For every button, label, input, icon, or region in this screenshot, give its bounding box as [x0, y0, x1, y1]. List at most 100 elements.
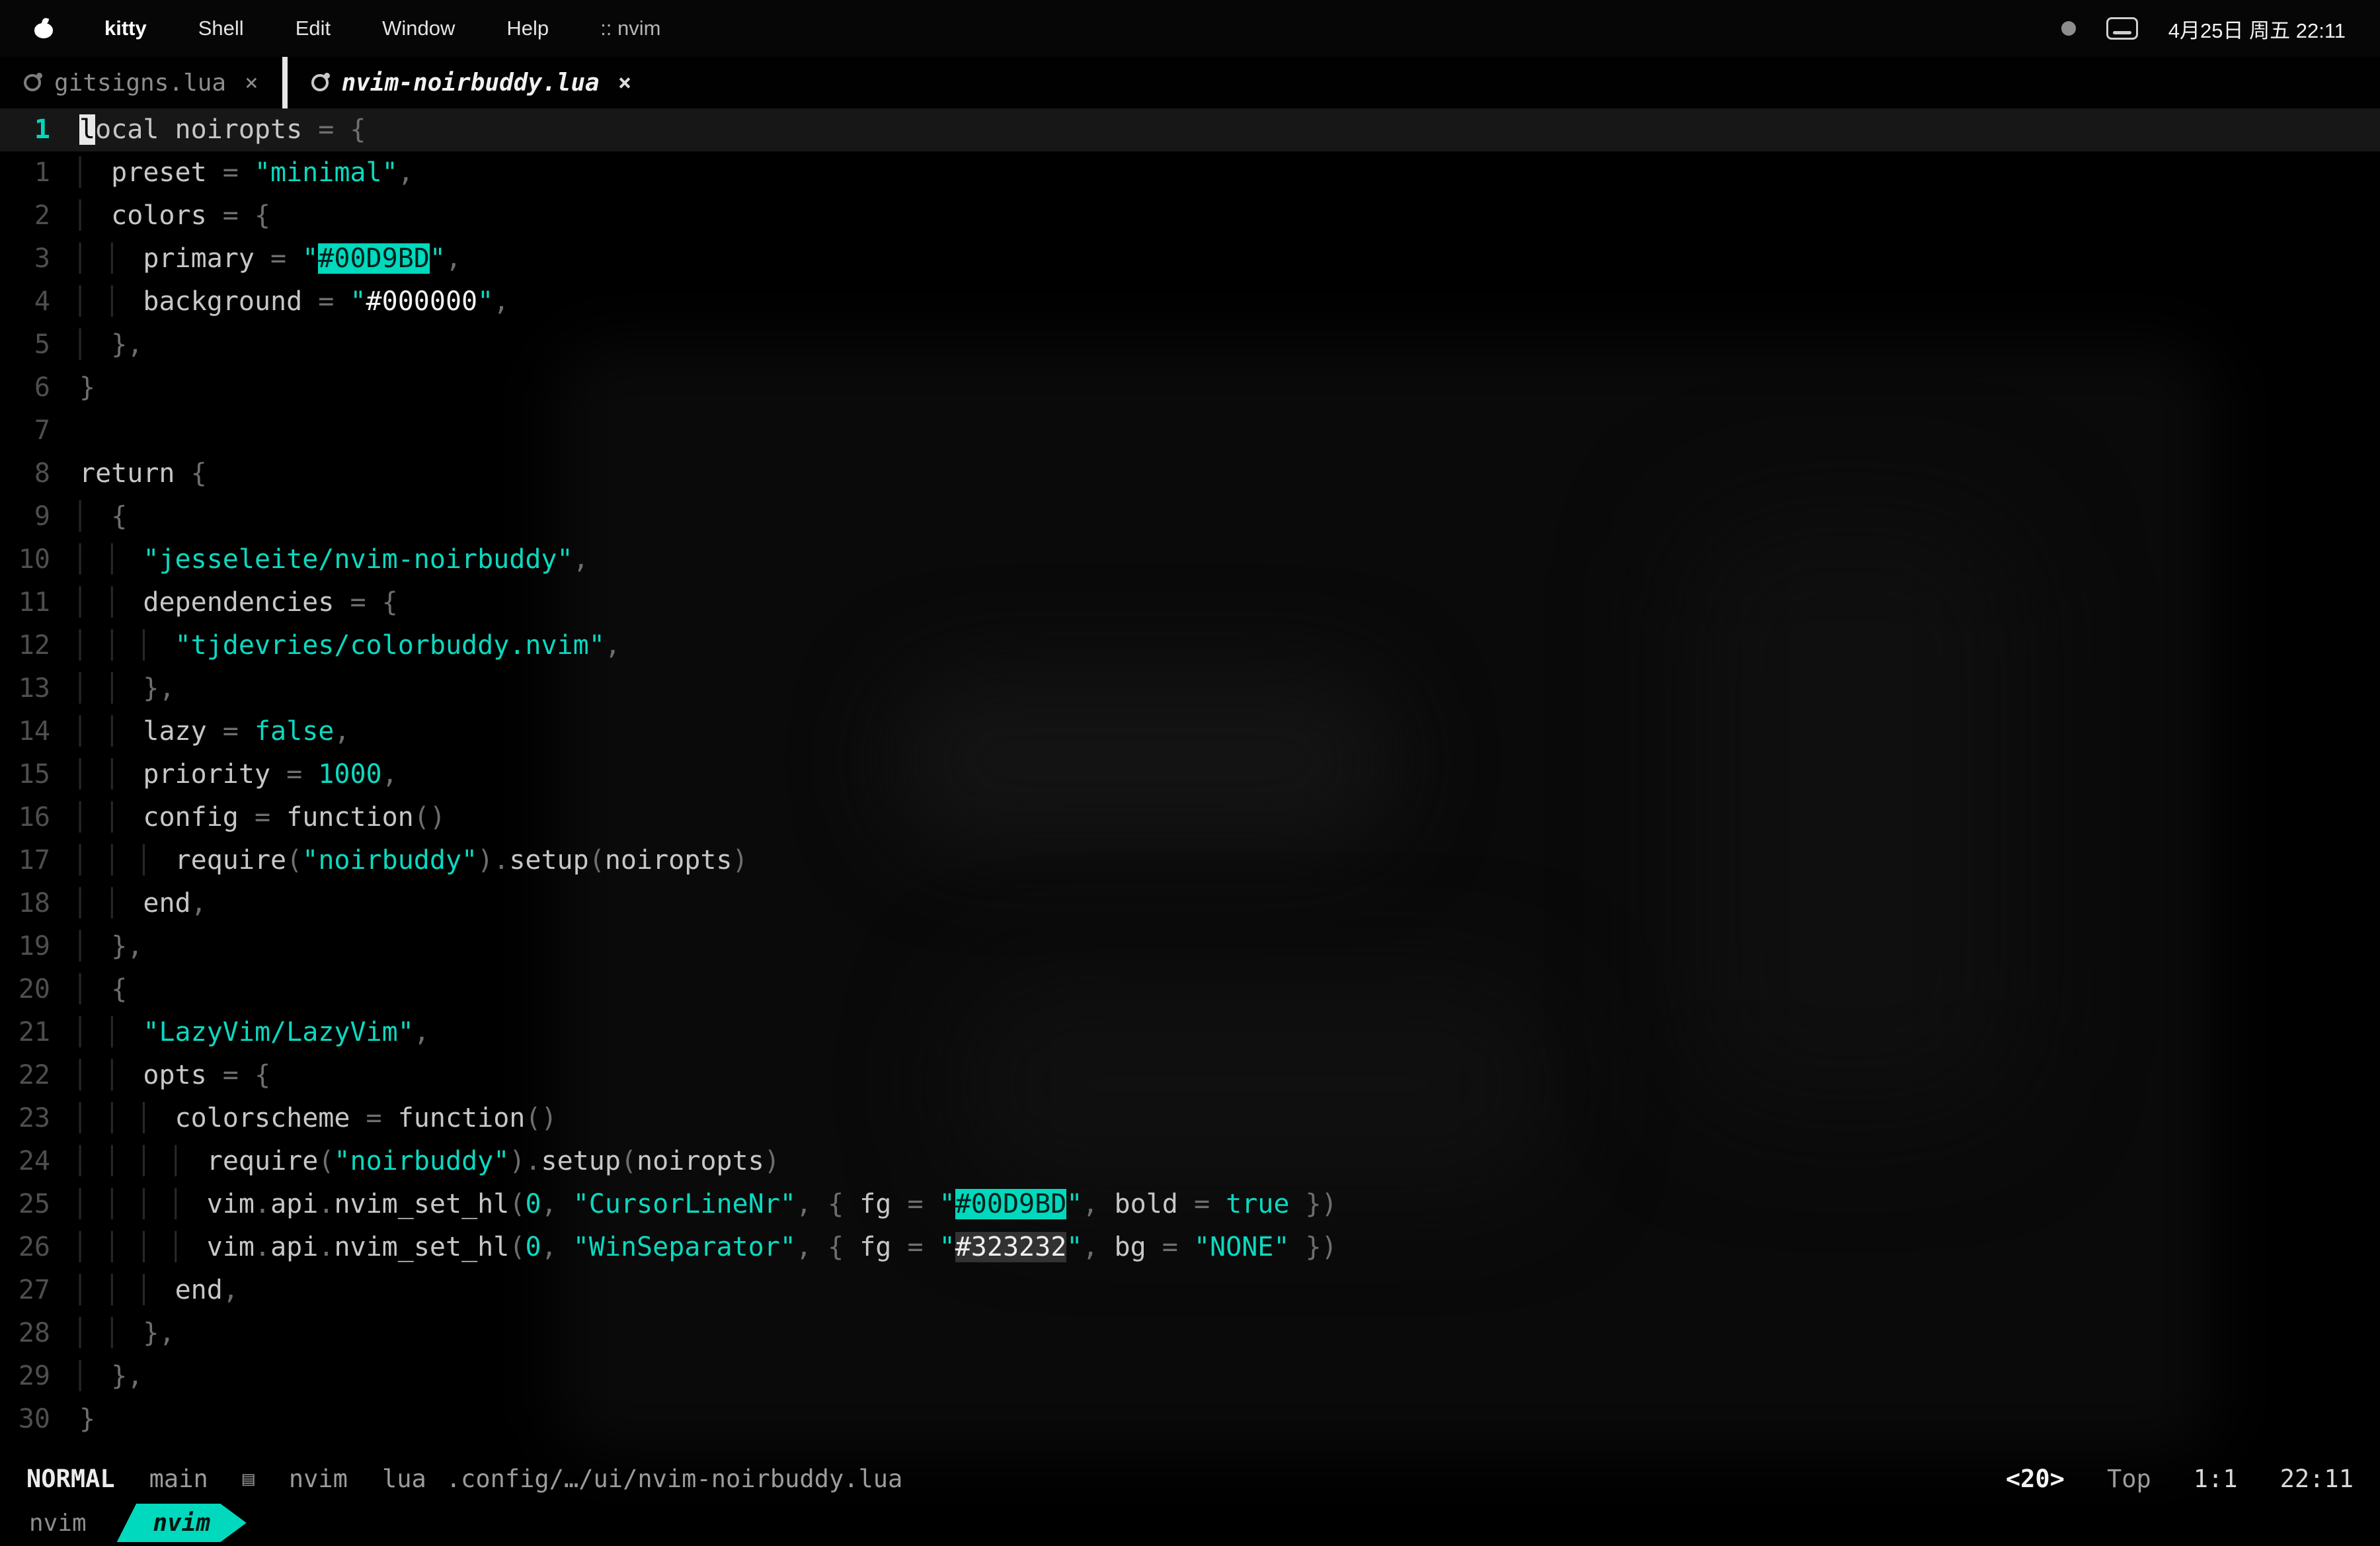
keyboard-input-icon[interactable] [2106, 17, 2138, 40]
line-number: 7 [0, 409, 79, 452]
code-line[interactable]: 24▏ ▏ ▏ ▏ require("noirbuddy").setup(noi… [0, 1140, 2380, 1183]
code-line[interactable]: 21▏ ▏ "LazyVim/LazyVim", [0, 1011, 2380, 1054]
code-line[interactable]: 3▏ ▏ primary = "#00D9BD", [0, 237, 2380, 280]
code-text: ▏ ▏ dependencies = { [79, 581, 398, 624]
tab-label: gitsigns.lua [54, 69, 226, 97]
code-line[interactable]: 19▏ }, [0, 925, 2380, 968]
code-text: ▏ }, [79, 323, 143, 366]
code-line[interactable]: 8return { [0, 452, 2380, 495]
line-number: 30 [0, 1398, 79, 1441]
menu-item-nvim[interactable]: :: nvim [600, 17, 660, 40]
git-branch: main [149, 1465, 208, 1493]
code-text: } [79, 1398, 95, 1441]
line-number: 15 [0, 753, 79, 796]
statusline-clock: 22:11 [2280, 1465, 2354, 1493]
code-line[interactable]: 12▏ ▏ ▏ "tjdevries/colorbuddy.nvim", [0, 624, 2380, 667]
line-number: 24 [0, 1140, 79, 1183]
code-text: ▏ ▏ config = function() [79, 796, 446, 839]
code-text: ▏ ▏ ▏ ▏ vim.api.nvim_set_hl(0, "CursorLi… [79, 1183, 1337, 1226]
line-number: 20 [0, 968, 79, 1011]
statusline-right: <20> Top 1:1 22:11 [2006, 1465, 2354, 1493]
code-line[interactable]: 11▏ ▏ dependencies = { [0, 581, 2380, 624]
code-line[interactable]: 6} [0, 366, 2380, 409]
line-number: 1 [0, 108, 79, 151]
line-number: 12 [0, 624, 79, 667]
code-line[interactable]: 4▏ ▏ background = "#000000", [0, 280, 2380, 323]
code-text: ▏ preset = "minimal", [79, 151, 414, 194]
line-number: 23 [0, 1097, 79, 1140]
code-text: ▏ ▏ opts = { [79, 1054, 270, 1097]
line-number: 29 [0, 1355, 79, 1398]
code-text: ▏ ▏ priority = 1000, [79, 753, 398, 796]
code-text: return { [79, 452, 207, 495]
kitty-tab-bar: nvimnvim [0, 1500, 2380, 1546]
app-name: nvim [289, 1465, 348, 1493]
code-line[interactable]: 13▏ ▏ }, [0, 667, 2380, 710]
line-number: 19 [0, 925, 79, 968]
code-text: ▏ colors = { [79, 194, 270, 237]
tab-close-icon[interactable]: × [239, 69, 258, 96]
tab-label: nvim-noirbuddy.lua [342, 69, 600, 97]
code-text: ▏ ▏ end, [79, 882, 207, 925]
code-text: ▏ ▏ "LazyVim/LazyVim", [79, 1011, 430, 1054]
code-text: ▏ }, [79, 1355, 143, 1398]
code-line[interactable]: 16▏ ▏ config = function() [0, 796, 2380, 839]
lua-file-icon [24, 74, 41, 91]
filetype-label: lua [382, 1465, 426, 1493]
line-number: 21 [0, 1011, 79, 1054]
line-number: 26 [0, 1226, 79, 1269]
code-line[interactable]: 5▏ }, [0, 323, 2380, 366]
menu-clock[interactable]: 4月25日 周五 22:11 [2168, 14, 2346, 44]
record-indicator-icon[interactable] [2061, 21, 2076, 36]
code-text: ▏ ▏ lazy = false, [79, 710, 350, 753]
code-line[interactable]: 1▏ preset = "minimal", [0, 151, 2380, 194]
apple-menu-icon[interactable] [34, 19, 53, 38]
file-path: .config/…/ui/nvim-noirbuddy.lua [446, 1465, 903, 1493]
code-text: ▏ ▏ "jesseleite/nvim-noirbuddy", [79, 538, 589, 581]
kitty-tab-nvim[interactable]: nvim [0, 1510, 116, 1537]
code-line[interactable]: 17▏ ▏ ▏ require("noirbuddy").setup(noiro… [0, 839, 2380, 882]
editor-tab-nvim-noirbuddy-lua[interactable]: nvim-noirbuddy.lua × [282, 57, 656, 108]
menu-item-window[interactable]: Window [382, 17, 455, 40]
menu-item-shell[interactable]: Shell [198, 17, 244, 40]
code-line[interactable]: 23▏ ▏ ▏ colorscheme = function() [0, 1097, 2380, 1140]
menu-bar-right: 4月25日 周五 22:11 [2061, 14, 2346, 44]
menu-bar: kitty Shell Edit Window Help:: nvim 4月25日 周五… [0, 0, 2380, 57]
kitty-tab-nvim-active[interactable]: nvim [117, 1504, 247, 1542]
code-text: ▏ ▏ ▏ end, [79, 1269, 239, 1312]
menu-item-help[interactable]: Help [506, 17, 549, 40]
code-line[interactable]: 9▏ { [0, 495, 2380, 538]
code-line[interactable]: 25▏ ▏ ▏ ▏ vim.api.nvim_set_hl(0, "Cursor… [0, 1183, 2380, 1226]
code-line[interactable]: 10▏ ▏ "jesseleite/nvim-noirbuddy", [0, 538, 2380, 581]
line-number: 3 [0, 237, 79, 280]
code-line[interactable]: 15▏ ▏ priority = 1000, [0, 753, 2380, 796]
code-line[interactable]: 20▏ { [0, 968, 2380, 1011]
code-line[interactable]: 29▏ }, [0, 1355, 2380, 1398]
code-line[interactable]: 2▏ colors = { [0, 194, 2380, 237]
cursor-block: l [79, 114, 95, 145]
line-number: 27 [0, 1269, 79, 1312]
code-line[interactable]: 28▏ ▏ }, [0, 1312, 2380, 1355]
code-text: ▏ ▏ }, [79, 667, 175, 710]
editor-tab-gitsigns-lua[interactable]: gitsigns.lua × [0, 57, 282, 108]
code-text: ▏ ▏ ▏ ▏ vim.api.nvim_set_hl(0, "WinSepar… [79, 1226, 1337, 1269]
code-line[interactable]: 27▏ ▏ ▏ end, [0, 1269, 2380, 1312]
register-indicator: <20> [2006, 1465, 2065, 1493]
menu-item-kitty[interactable]: kitty [104, 17, 147, 40]
tab-close-icon[interactable]: × [613, 69, 631, 96]
code-text: ▏ { [79, 968, 127, 1011]
statusline: NORMAL main ▤ nvim lua .config/…/ui/nvim… [0, 1457, 2380, 1500]
code-line[interactable]: 7 [0, 409, 2380, 452]
code-line[interactable]: 30} [0, 1398, 2380, 1441]
code-line[interactable]: 22▏ ▏ opts = { [0, 1054, 2380, 1097]
code-buffer[interactable]: 1local noiropts = {1▏ preset = "minimal"… [0, 108, 2380, 1457]
menu-item-edit[interactable]: Edit [296, 17, 331, 40]
code-line[interactable]: 1local noiropts = { [0, 108, 2380, 151]
code-line[interactable]: 18▏ ▏ end, [0, 882, 2380, 925]
line-number: 8 [0, 452, 79, 495]
line-number: 10 [0, 538, 79, 581]
line-number: 9 [0, 495, 79, 538]
code-line[interactable]: 26▏ ▏ ▏ ▏ vim.api.nvim_set_hl(0, "WinSep… [0, 1226, 2380, 1269]
line-number: 11 [0, 581, 79, 624]
code-line[interactable]: 14▏ ▏ lazy = false, [0, 710, 2380, 753]
